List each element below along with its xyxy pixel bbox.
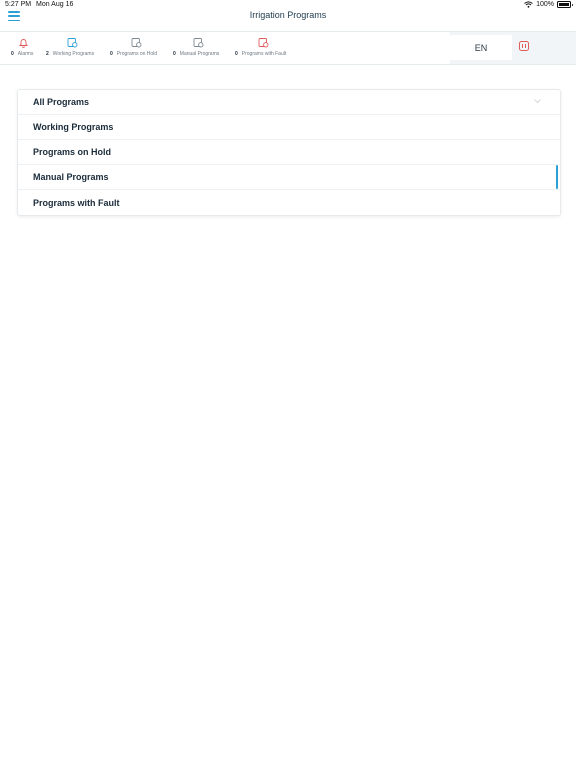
- stat-manual-count: 0: [173, 51, 176, 57]
- stat-working-count: 2: [46, 51, 49, 57]
- dropdown-selected[interactable]: All Programs: [18, 90, 560, 115]
- dropdown-selected-label: All Programs: [33, 97, 90, 107]
- pause-icon[interactable]: [519, 41, 529, 51]
- page-title: Irrigation Programs: [249, 10, 327, 20]
- status-right: 100%: [524, 1, 573, 8]
- stat-working-programs[interactable]: 2 Working Programs: [45, 37, 105, 61]
- stat-manual-programs[interactable]: 0 Manual Programs: [172, 37, 232, 61]
- stat-alarms-label: Alarms: [17, 51, 34, 57]
- dropdown-option-manual-programs[interactable]: Manual Programs: [18, 165, 560, 190]
- stat-hold-label: Programs on Hold: [116, 51, 158, 57]
- status-time: 5:27 PM: [5, 1, 32, 8]
- wifi-icon: [524, 1, 533, 8]
- stats-bar: 0 Alarms 2 Working Programs 0 Programs on H…: [0, 31, 576, 65]
- stat-hold-count: 0: [110, 51, 113, 57]
- program-filter-dropdown: All Programs Working Programs Programs o…: [17, 89, 561, 216]
- battery-percent: 100%: [536, 1, 554, 8]
- program-hold-icon: [131, 38, 142, 48]
- program-working-icon: [67, 38, 78, 48]
- stat-fault-count: 0: [235, 51, 238, 57]
- program-manual-icon: [193, 38, 204, 48]
- dropdown-option-working-programs[interactable]: Working Programs: [18, 115, 560, 140]
- language-button[interactable]: EN: [450, 35, 512, 60]
- stat-manual-label: Manual Programs: [179, 51, 220, 57]
- stat-working-label: Working Programs: [52, 51, 95, 57]
- scroll-indicator[interactable]: [556, 165, 558, 189]
- stat-alarms[interactable]: 0 Alarms: [10, 37, 40, 61]
- status-date: Mon Aug 16: [36, 1, 74, 8]
- bell-icon: [18, 39, 29, 48]
- chevron-down-icon: [534, 99, 541, 104]
- dropdown-option-programs-on-hold[interactable]: Programs on Hold: [18, 140, 560, 165]
- nav-bar: Irrigation Programs: [0, 9, 576, 31]
- program-fault-icon: [258, 38, 269, 48]
- stat-programs-on-hold[interactable]: 0 Programs on Hold: [109, 37, 169, 61]
- dropdown-option-programs-with-fault[interactable]: Programs with Fault: [18, 190, 560, 215]
- battery-icon: [557, 1, 573, 8]
- stat-programs-with-fault[interactable]: 0 Programs with Fault: [234, 37, 298, 61]
- stats-right-panel: EN: [450, 32, 576, 64]
- stat-fault-label: Programs with Fault: [241, 51, 287, 57]
- stat-alarms-count: 0: [11, 51, 14, 57]
